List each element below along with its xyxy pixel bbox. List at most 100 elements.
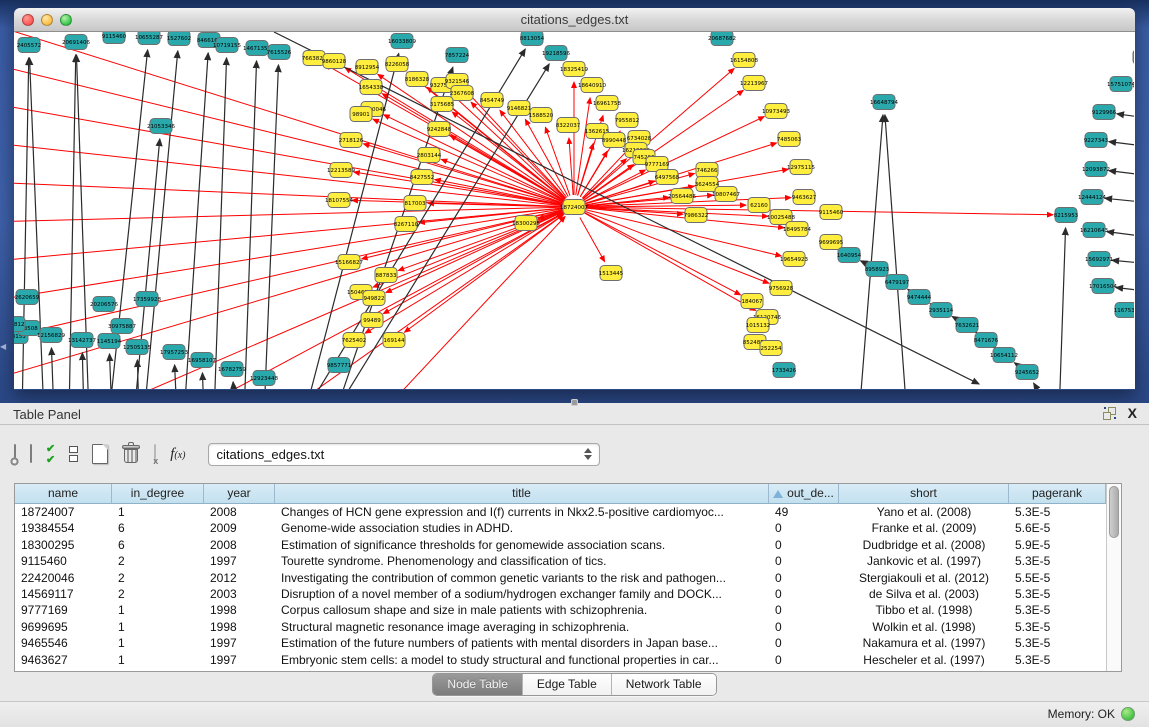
graph-node[interactable]: 1145194 xyxy=(97,334,122,349)
graph-node[interactable]: 1588520 xyxy=(529,108,554,123)
graph-node[interactable]: 9756928 xyxy=(769,281,794,296)
table-cell[interactable]: 5.3E-5 xyxy=(1009,504,1106,520)
table-row[interactable]: 1456911722003Disruption of a novel membe… xyxy=(15,586,1106,602)
table-cell[interactable]: 1 xyxy=(112,652,204,668)
table-cell[interactable]: Estimation of the future numbers of pati… xyxy=(275,635,769,651)
table-cell[interactable]: 0 xyxy=(769,570,839,586)
table-cell[interactable]: Estimation of significance thresholds fo… xyxy=(275,537,769,553)
table-cell[interactable]: 1 xyxy=(112,619,204,635)
table-row[interactable]: 1938455462009Genome-wide association stu… xyxy=(15,520,1106,536)
table-cell[interactable]: 0 xyxy=(769,652,839,668)
graph-node[interactable]: 8215953 xyxy=(1054,208,1079,223)
table-cell[interactable]: de Silva et al. (2003) xyxy=(839,586,1009,602)
graph-node[interactable]: 12213589 xyxy=(327,163,355,178)
graph-node[interactable]: 9227343 xyxy=(1084,133,1109,148)
graph-node[interactable]: 1640954 xyxy=(837,248,862,263)
graph-node[interactable]: 1733426 xyxy=(772,363,797,378)
table-cell[interactable]: Jankovic et al. (1997) xyxy=(839,553,1009,569)
graph-node[interactable]: 15751074 xyxy=(1107,77,1134,92)
table-cell[interactable]: 2008 xyxy=(204,537,275,553)
table-cell[interactable]: 1997 xyxy=(204,652,275,668)
graph-node[interactable]: 18325419 xyxy=(560,62,588,77)
graph-node[interactable]: 18640910 xyxy=(578,78,606,93)
graph-node[interactable]: 7615526 xyxy=(267,45,292,60)
graph-node[interactable]: 15166827 xyxy=(335,255,363,270)
graph-node[interactable]: 16154808 xyxy=(730,53,758,68)
table-cell[interactable]: 9463627 xyxy=(15,652,112,668)
column-header-in_degree[interactable]: in_degree xyxy=(112,484,204,503)
table-cell[interactable]: Structural magnetic resonance image aver… xyxy=(275,619,769,635)
graph-node[interactable]: 16210643 xyxy=(1080,223,1108,238)
table-cell[interactable]: 2 xyxy=(112,553,204,569)
window-titlebar[interactable]: citations_edges.txt xyxy=(14,8,1135,32)
graph-node[interactable]: 8226058 xyxy=(385,57,410,72)
graph-node[interactable]: 252254 xyxy=(760,341,782,356)
table-cell[interactable]: 0 xyxy=(769,619,839,635)
graph-node[interactable]: 2367608 xyxy=(450,86,475,101)
graph-node[interactable]: 16958107 xyxy=(188,353,216,368)
table-row[interactable]: 946554611997Estimation of the future num… xyxy=(15,635,1106,651)
graph-node[interactable]: 20564486 xyxy=(668,189,696,204)
graph-node[interactable]: 9699695 xyxy=(819,235,844,250)
graph-node[interactable]: 1654338 xyxy=(359,80,384,95)
graph-node[interactable]: 10807467 xyxy=(712,187,740,202)
table-cell[interactable]: 5.3E-5 xyxy=(1009,635,1106,651)
graph-node[interactable]: 15692971 xyxy=(1085,252,1113,267)
delete-column-icon[interactable] xyxy=(122,444,140,464)
table-cell[interactable]: 0 xyxy=(769,602,839,618)
graph-node[interactable]: 7955812 xyxy=(615,113,640,128)
merge-rows-icon[interactable] xyxy=(69,446,78,462)
graph-node[interactable]: 17957253 xyxy=(160,345,188,360)
graph-node[interactable]: 8186328 xyxy=(405,72,430,87)
graph-node[interactable]: 20691406 xyxy=(62,35,90,50)
select-rows-icon[interactable]: ✔✔ xyxy=(46,444,55,465)
table-cell[interactable]: 1997 xyxy=(204,635,275,651)
graph-node[interactable]: 12923448 xyxy=(250,371,278,386)
table-cell[interactable]: 5.3E-5 xyxy=(1009,652,1106,668)
table-cell[interactable]: 0 xyxy=(769,635,839,651)
graph-node[interactable]: 20687682 xyxy=(708,32,736,46)
table-cell[interactable]: 1997 xyxy=(204,553,275,569)
graph-node[interactable]: 181812 xyxy=(14,317,25,332)
table-cell[interactable]: 0 xyxy=(769,520,839,536)
graph-node[interactable]: 7632621 xyxy=(955,318,980,333)
graph-node[interactable]: 7986322 xyxy=(684,208,709,223)
table-cell[interactable]: Franke et al. (2009) xyxy=(839,520,1009,536)
graph-node[interactable]: 9129966 xyxy=(1092,105,1117,120)
graph-node[interactable]: 2405572 xyxy=(17,38,42,53)
table-cell[interactable]: 5.3E-5 xyxy=(1009,586,1106,602)
column-header-name[interactable]: name xyxy=(15,484,112,503)
table-cell[interactable]: 1 xyxy=(112,635,204,651)
graph-node[interactable]: 8322037 xyxy=(556,118,581,133)
table-cell[interactable]: 2012 xyxy=(204,570,275,586)
table-cell[interactable]: 2009 xyxy=(204,520,275,536)
graph-node[interactable]: 18300295 xyxy=(512,216,540,231)
network-graph[interactable]: 2405572206914069115460106552871527602846… xyxy=(14,32,1134,389)
graph-node[interactable]: 10973493 xyxy=(762,104,790,119)
graph-node[interactable]: 12156829 xyxy=(37,328,65,343)
graph-node[interactable]: 18107554 xyxy=(325,193,353,208)
graph-node[interactable]: 1015132 xyxy=(746,318,771,333)
table-cell[interactable]: Stergiakouli et al. (2012) xyxy=(839,570,1009,586)
table-cell[interactable]: 9777169 xyxy=(15,602,112,618)
table-cell[interactable]: Yano et al. (2008) xyxy=(839,504,1009,520)
graph-node[interactable]: 12444124 xyxy=(1078,190,1106,205)
table-cell[interactable]: 2008 xyxy=(204,504,275,520)
graph-node[interactable]: 9474444 xyxy=(907,290,932,305)
graph-node[interactable]: 8990448 xyxy=(602,133,627,148)
table-cell[interactable]: 19384554 xyxy=(15,520,112,536)
table-cell[interactable]: 2 xyxy=(112,586,204,602)
table-cell[interactable]: 49 xyxy=(769,504,839,520)
graph-node[interactable]: 62160 xyxy=(748,198,770,213)
table-cell[interactable]: Investigating the contribution of common… xyxy=(275,570,769,586)
graph-node[interactable]: 2803144 xyxy=(417,148,442,163)
table-cell[interactable]: 0 xyxy=(769,586,839,602)
column-header-pagerank[interactable]: pagerank xyxy=(1009,484,1106,503)
graph-node[interactable]: 8813054 xyxy=(520,32,545,46)
graph-node[interactable]: 16648794 xyxy=(870,95,898,110)
table-cell[interactable]: 1998 xyxy=(204,619,275,635)
scrollbar-thumb[interactable] xyxy=(1109,486,1119,538)
network-canvas[interactable]: 2405572206914069115460106552871527602846… xyxy=(14,32,1135,389)
graph-node[interactable]: 3175685 xyxy=(430,97,455,112)
graph-node[interactable]: 9245652 xyxy=(1015,365,1040,380)
